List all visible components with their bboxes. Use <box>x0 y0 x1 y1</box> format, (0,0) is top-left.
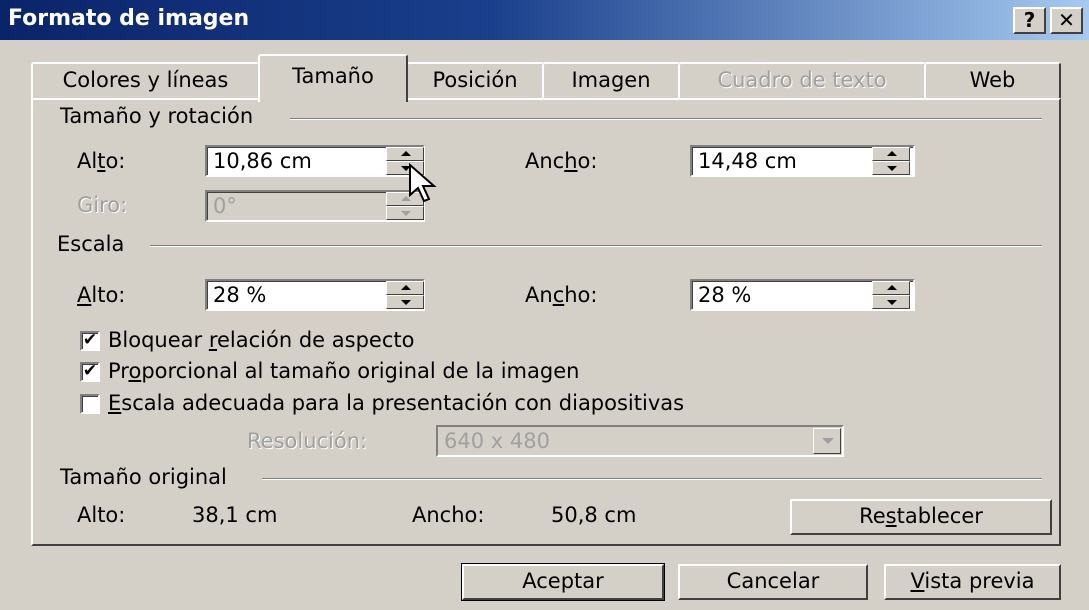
close-button[interactable]: ✕ <box>1050 7 1083 34</box>
cancel-button[interactable]: Cancelar <box>678 564 868 600</box>
tab-position[interactable]: Posición <box>406 62 544 100</box>
tab-web[interactable]: Web <box>924 62 1061 100</box>
help-button[interactable]: ? <box>1013 7 1046 34</box>
preview-button[interactable]: Vista previa <box>884 564 1061 600</box>
tab-size[interactable]: Tamaño <box>258 54 408 102</box>
tab-picture[interactable]: Imagen <box>542 62 680 100</box>
tab-text-box: Cuadro de texto <box>678 62 926 100</box>
tab-panel-size <box>31 98 1061 546</box>
title-bar: Formato de imagen ? ✕ <box>0 0 1089 40</box>
tab-colors-lines[interactable]: Colores y líneas <box>31 62 260 100</box>
ok-button[interactable]: Aceptar <box>461 563 665 601</box>
window-title: Formato de imagen <box>8 6 250 31</box>
